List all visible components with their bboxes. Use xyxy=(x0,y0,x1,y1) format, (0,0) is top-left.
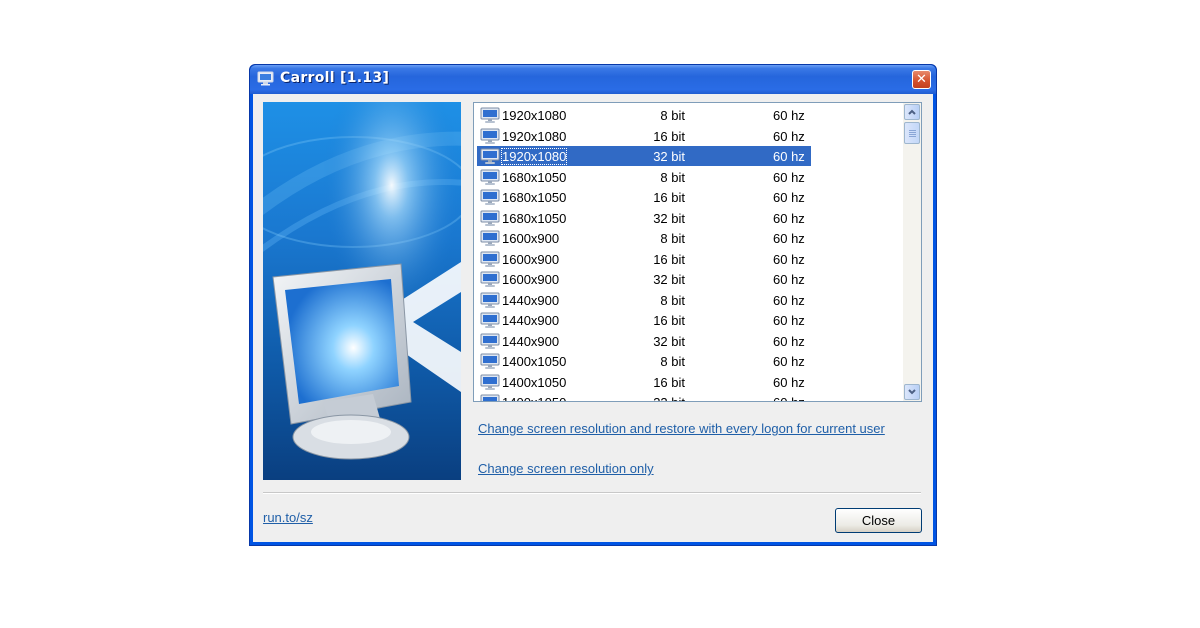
color-depth-label: 8 bit xyxy=(660,292,685,308)
color-depth-label: 16 bit xyxy=(653,313,685,328)
chevron-down-icon xyxy=(908,389,916,395)
window-close-button[interactable]: ✕ xyxy=(912,70,931,89)
list-item[interactable]: 1600x900 16 bit 60 hz xyxy=(477,249,811,269)
refresh-rate-label: 60 hz xyxy=(773,313,805,328)
color-depth-label: 8 bit xyxy=(660,108,685,123)
resolution-label: 1600x900 xyxy=(502,272,560,287)
scroll-thumb[interactable] xyxy=(904,122,920,144)
refresh-rate-label: 60 hz xyxy=(773,272,805,287)
list-item[interactable]: 1400x1050 16 bit 60 hz xyxy=(477,372,811,392)
color-depth-label: 32 bit xyxy=(653,333,685,349)
color-depth-label: 16 bit xyxy=(653,190,685,205)
color-depth-label: 32 bit xyxy=(653,149,685,164)
monitor-icon xyxy=(480,271,500,287)
list-item[interactable]: 1400x1050 8 bit 60 hz xyxy=(477,351,811,371)
divider xyxy=(263,492,921,494)
color-depth-label: 8 bit xyxy=(660,169,685,185)
website-link[interactable]: run.to/sz xyxy=(263,510,313,525)
color-depth-label: 16 bit xyxy=(653,374,685,390)
monitor-icon xyxy=(480,251,500,267)
list-item[interactable]: 1680x1050 32 bit 60 hz xyxy=(477,208,811,228)
color-depth-label: 8 bit xyxy=(660,231,685,246)
refresh-rate-label: 60 hz xyxy=(773,292,805,308)
scroll-down-button[interactable] xyxy=(904,384,920,400)
color-depth-label: 32 bit xyxy=(653,210,685,226)
refresh-rate-label: 60 hz xyxy=(773,333,805,349)
window-title: Carroll [1.13] xyxy=(280,70,390,86)
monitor-icon xyxy=(480,148,500,164)
color-depth-label: 16 bit xyxy=(653,128,685,144)
resolution-label: 1600x900 xyxy=(502,251,560,267)
resolution-label: 1440x900 xyxy=(502,333,560,349)
resolution-label: 1920x1080 xyxy=(500,148,568,165)
refresh-rate-label: 60 hz xyxy=(773,169,805,185)
monitor-icon xyxy=(480,128,500,144)
list-item[interactable]: 1920x1080 32 bit 60 hz xyxy=(477,146,811,166)
resolution-label: 1680x1050 xyxy=(502,169,567,185)
list-item[interactable]: 1440x900 8 bit 60 hz xyxy=(477,290,811,310)
resolution-label: 1920x1080 xyxy=(502,128,567,144)
resolution-list[interactable]: 1920x1080 8 bit 60 hz 1920x1080 16 bit 60 hz 1… xyxy=(473,102,922,402)
refresh-rate-label: 60 hz xyxy=(773,395,805,401)
resolution-rows: 1920x1080 8 bit 60 hz 1920x1080 16 bit 60 hz 1… xyxy=(474,103,903,401)
restore-on-logon-link[interactable]: Change screen resolution and restore wit… xyxy=(478,421,885,436)
resolution-label: 1440x900 xyxy=(502,313,560,328)
dialog-body: 1920x1080 8 bit 60 hz 1920x1080 16 bit 60 hz 1… xyxy=(253,94,933,542)
resolution-label: 1920x1080 xyxy=(502,108,567,123)
monitor-icon xyxy=(480,312,500,328)
list-item[interactable]: 1920x1080 16 bit 60 hz xyxy=(477,126,811,146)
list-item[interactable]: 1680x1050 16 bit 60 hz xyxy=(477,187,811,207)
list-item[interactable]: 1680x1050 8 bit 60 hz xyxy=(477,167,811,187)
monitor-icon xyxy=(480,210,500,226)
resolution-label: 1440x900 xyxy=(502,292,560,308)
color-depth-label: 16 bit xyxy=(653,251,685,267)
resolution-label: 1400x1050 xyxy=(502,374,567,390)
refresh-rate-label: 60 hz xyxy=(773,231,805,246)
refresh-rate-label: 60 hz xyxy=(773,190,805,205)
vertical-scrollbar[interactable] xyxy=(903,103,921,401)
resolution-label: 1680x1050 xyxy=(502,190,567,205)
scroll-up-button[interactable] xyxy=(904,104,920,120)
list-item[interactable]: 1440x900 32 bit 60 hz xyxy=(477,331,811,351)
resolution-label: 1400x1050 xyxy=(502,354,567,369)
monitor-banner-image xyxy=(263,102,461,480)
resolution-label: 1400x1050 xyxy=(502,395,566,401)
resolution-label: 1600x900 xyxy=(502,231,560,246)
list-item[interactable]: 1600x900 8 bit 60 hz xyxy=(477,228,811,248)
list-item[interactable]: 1440x900 16 bit 60 hz xyxy=(477,310,811,330)
refresh-rate-label: 60 hz xyxy=(773,251,805,267)
refresh-rate-label: 60 hz xyxy=(773,149,805,164)
monitor-icon xyxy=(257,71,274,86)
color-depth-label: 8 bit xyxy=(660,354,685,369)
refresh-rate-label: 60 hz xyxy=(773,108,805,123)
change-resolution-only-link[interactable]: Change screen resolution only xyxy=(478,461,654,476)
monitor-icon xyxy=(480,353,500,369)
list-item[interactable]: 1920x1080 8 bit 60 hz xyxy=(477,105,811,125)
monitor-icon xyxy=(480,169,500,185)
close-button[interactable]: Close xyxy=(835,508,922,533)
color-depth-label: 32 bit xyxy=(653,272,685,287)
app-window: Carroll [1.13] ✕ 1920x1080 8 bit 60 hz 1… xyxy=(249,64,937,546)
monitor-icon xyxy=(480,107,500,123)
close-icon: ✕ xyxy=(916,72,927,87)
list-item[interactable]: 1600x900 32 bit 60 hz xyxy=(477,269,811,289)
resolution-label: 1680x1050 xyxy=(502,210,567,226)
refresh-rate-label: 60 hz xyxy=(773,374,805,390)
monitor-icon xyxy=(480,333,500,349)
title-bar[interactable]: Carroll [1.13] ✕ xyxy=(250,65,936,94)
monitor-icon xyxy=(480,292,500,308)
refresh-rate-label: 60 hz xyxy=(773,354,805,369)
monitor-icon xyxy=(480,189,500,205)
color-depth-label: 32 bit xyxy=(653,395,685,401)
refresh-rate-label: 60 hz xyxy=(773,128,805,144)
refresh-rate-label: 60 hz xyxy=(773,210,805,226)
list-item[interactable]: 1400x1050 32 bit 60 hz xyxy=(477,392,811,401)
chevron-up-icon xyxy=(908,109,916,115)
monitor-icon xyxy=(480,230,500,246)
monitor-icon xyxy=(480,394,500,401)
monitor-icon xyxy=(480,374,500,390)
